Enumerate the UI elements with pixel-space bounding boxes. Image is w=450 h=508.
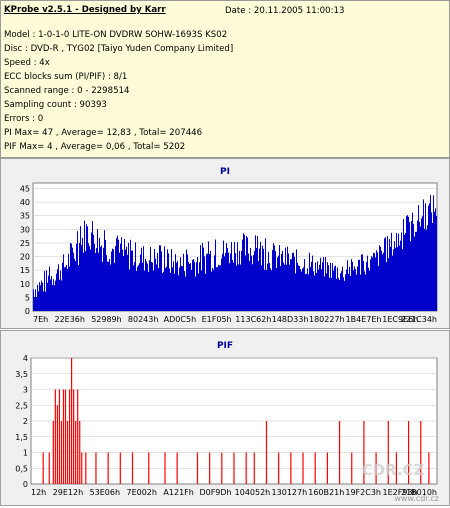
y-tick-label: 0: [23, 480, 28, 489]
x-tick-label: 52989h: [91, 315, 122, 324]
pif-chart: PIF 0 0,5 1 1,5 2 2,5 3 3,5 4 12h 29E12h 53E06h 7E0…: [15, 341, 439, 503]
x-tick-label: 104052h: [235, 488, 271, 497]
y-tick-label: 5: [25, 293, 30, 302]
y-tick-label: 35: [20, 212, 30, 221]
y-tick-label: 0,5: [15, 464, 28, 473]
y-tick-label: 4: [23, 354, 28, 363]
pif-stats-line: PIF Max= 4 , Average= 0,06 , Total= 5202: [4, 142, 186, 152]
y-tick-label: 1: [23, 449, 28, 458]
x-tick-label: 221C34h: [401, 315, 437, 324]
x-tick-label: 180227h: [309, 315, 345, 324]
x-tick-label: 148D33h: [272, 315, 309, 324]
x-tick-label: 80243h: [128, 315, 159, 324]
y-tick-label: 25: [20, 239, 30, 248]
x-tick-label: AD0C5h: [164, 315, 196, 324]
x-tick-label: 7Eh: [33, 315, 48, 324]
scan-date: Date : 20.11.2005 11:00:13: [225, 6, 345, 16]
watermark-logo: CDR.CZ: [362, 461, 425, 479]
pif-chart-title: PIF: [217, 341, 233, 351]
y-tick-label: 1,5: [15, 433, 28, 442]
x-tick-label: 22E36h: [54, 315, 84, 324]
y-tick-label: 45: [20, 184, 30, 193]
sampling-count-line: Sampling count : 90393: [4, 100, 107, 110]
x-tick-label: 53E06h: [90, 488, 120, 497]
y-tick-label: 10: [20, 280, 30, 289]
y-tick-label: 2,5: [15, 401, 28, 410]
x-tick-label: 113C62h: [235, 315, 271, 324]
x-tick-label: 7E002h: [126, 488, 156, 497]
y-tick-label: 30: [20, 225, 30, 234]
y-tick-label: 20: [20, 253, 30, 262]
errors-line: Errors : 0: [4, 114, 44, 124]
x-tick-label: 12h: [31, 488, 46, 497]
app-title: KProbe v2.5.1 - Designed by Karr: [4, 5, 166, 15]
x-tick-label: A121Fh: [163, 488, 193, 497]
x-tick-label: 160B21h: [308, 488, 344, 497]
pi-chart-title: PI: [220, 167, 230, 177]
y-tick-label: 40: [20, 198, 30, 207]
x-tick-label: 19F2C3h: [345, 488, 381, 497]
y-tick-label: 2: [23, 417, 28, 426]
y-tick-label: 0: [25, 307, 30, 316]
watermark-url: www.cdr.cz: [394, 494, 439, 503]
pi-stats-line: PI Max= 47 , Average= 12,83 , Total= 207…: [4, 128, 203, 138]
disc-line: Disc : DVD-R , TYG02 [Taiyo Yuden Compan…: [4, 44, 234, 54]
info-panel: KProbe v2.5.1 - Designed by Karr Date : …: [0, 0, 450, 158]
pi-chart: PI 0 5 10 15 20 25 30 35 40 45 7Eh 22E36h 52989h 802…: [20, 167, 438, 324]
scanned-range-line: Scanned range : 0 - 2298514: [4, 86, 130, 96]
x-tick-label: 29E12h: [53, 488, 83, 497]
y-tick-label: 3: [23, 386, 28, 395]
pi-chart-panel: PI 0 5 10 15 20 25 30 35 40 45 7Eh 22E36h 52989h 802…: [0, 158, 450, 329]
x-tick-label: 1B4E7Eh: [346, 315, 382, 324]
y-tick-label: 3,5: [15, 370, 28, 379]
speed-line: Speed : 4x: [4, 58, 50, 68]
x-tick-label: D0F9Dh: [199, 488, 231, 497]
pif-chart-panel: PIF 0 0,5 1 1,5 2 2,5 3 3,5 4 12h 29E12h 53E06h 7E0…: [0, 330, 450, 506]
x-tick-label: 130127h: [272, 488, 308, 497]
y-tick-label: 15: [20, 266, 30, 275]
model-line: Model : 1-0-1-0 LITE-ON DVDRW SOHW-1693S…: [4, 30, 228, 40]
x-tick-label: E1F05h: [202, 315, 232, 324]
ecc-line: ECC blocks sum (PI/PIF) : 8/1: [4, 72, 128, 82]
